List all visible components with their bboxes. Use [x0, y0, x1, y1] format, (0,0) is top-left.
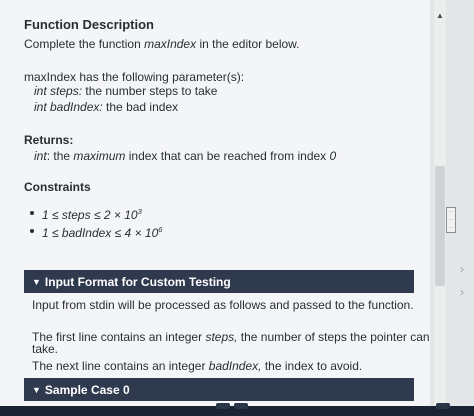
input-format-label: Input Format for Custom Testing — [44, 274, 231, 289]
intro-suffix: in the editor below. — [196, 37, 300, 51]
chevron-up-icon[interactable]: ▲ — [434, 10, 446, 22]
line-suffix: the number of steps the pointer can — [237, 330, 430, 344]
param-desc: the number steps to take — [82, 84, 218, 98]
line-prefix: The next line contains an integer — [32, 359, 209, 373]
returns-description: int: the maximum index that can be reach… — [34, 149, 336, 163]
returns-heading: Returns: — [24, 133, 74, 147]
param-name: int steps: — [34, 84, 83, 98]
constraint-exponent: 6 — [158, 225, 163, 234]
problem-description-panel: Function Description Complete the functi… — [0, 0, 430, 406]
chevron-right-icon: › — [460, 262, 464, 276]
sample-case-toggle[interactable]: ▼ Sample Case 0 — [24, 378, 414, 401]
params-heading: maxIndex has the following parameter(s): — [24, 70, 245, 84]
function-name: maxIndex — [144, 37, 197, 51]
constraint-item: 1 ≤ steps ≤ 2 × 103 — [42, 207, 142, 222]
constraint-text: 1 ≤ steps ≤ 2 × 10 — [42, 208, 138, 222]
taskbar-button[interactable] — [234, 403, 248, 409]
input-format-line: The next line contains an integer badInd… — [32, 359, 362, 373]
line-prefix: The first line contains an integer — [32, 330, 206, 344]
function-description-heading: Function Description — [24, 17, 154, 32]
grip-icon[interactable]: ·· ·· ·· — [446, 207, 456, 233]
triangle-down-icon: ▼ — [32, 384, 41, 395]
triangle-down-icon: ▼ — [32, 276, 41, 287]
constraint-exponent: 3 — [137, 207, 142, 216]
returns-desc-suffix: index that can be reached from index — [125, 149, 330, 163]
input-format-line: Input from stdin will be processed as fo… — [32, 298, 414, 312]
constraint-text: 1 ≤ badIndex ≤ 4 × 10 — [42, 226, 159, 240]
returns-type: int — [34, 149, 47, 163]
intro-line: Complete the function maxIndex in the ed… — [24, 37, 300, 51]
returns-desc-prefix: : the — [46, 149, 74, 163]
bullet-dot — [30, 229, 34, 233]
scrollbar-thumb[interactable] — [435, 166, 445, 286]
returns-desc-italic: maximum — [73, 149, 126, 163]
chevron-right-icon: › — [460, 285, 464, 299]
input-format-line-wrap: take. — [32, 342, 59, 356]
param-row: int badIndex: the bad index — [34, 100, 178, 114]
taskbar-button[interactable] — [436, 403, 450, 409]
param-row: int steps: the number steps to take — [34, 84, 217, 98]
bullet-dot — [30, 211, 34, 215]
line-italic: steps, — [205, 330, 238, 344]
line-suffix: the index to avoid. — [261, 359, 363, 373]
returns-index: 0 — [329, 149, 337, 163]
input-format-toggle[interactable]: ▼ Input Format for Custom Testing — [24, 270, 414, 293]
intro-prefix: Complete the function — [24, 37, 145, 51]
sample-case-label: Sample Case 0 — [44, 382, 130, 397]
taskbar-button[interactable] — [216, 403, 230, 409]
param-desc: the bad index — [102, 100, 179, 114]
line-italic: badIndex, — [208, 359, 262, 373]
param-name: int badIndex: — [34, 100, 103, 114]
input-format-line: The first line contains an integer steps… — [32, 330, 430, 344]
constraint-item: 1 ≤ badIndex ≤ 4 × 106 — [42, 225, 162, 240]
constraints-heading: Constraints — [24, 180, 91, 194]
